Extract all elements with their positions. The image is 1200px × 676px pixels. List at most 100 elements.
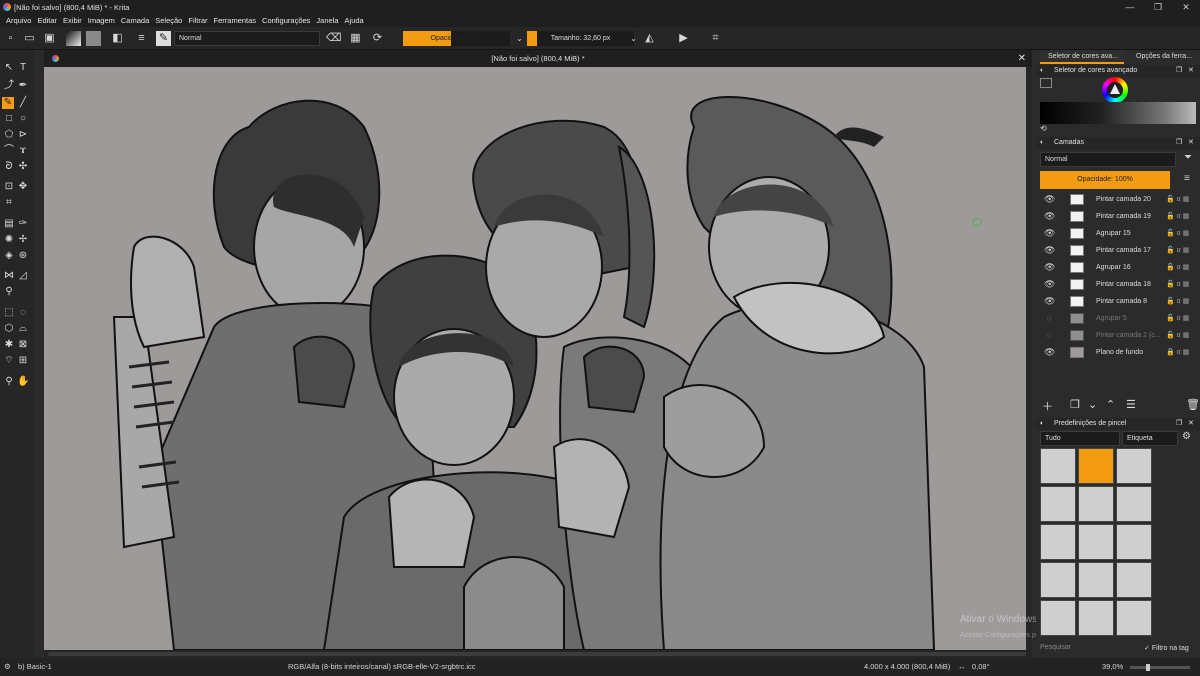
layer-lock-icon[interactable]: 🔒 α ▦ <box>1166 344 1189 361</box>
brush-preset-tile[interactable] <box>1040 524 1076 560</box>
color-wheel[interactable] <box>1102 77 1128 103</box>
brush-tag-select[interactable]: Etiqueta <box>1122 431 1178 446</box>
similar-select-icon[interactable]: ⊠ <box>17 339 29 351</box>
layer-props-icon[interactable]: 🔓 α ▦ <box>1166 259 1189 276</box>
opacity-slider[interactable]: Opacidade: 45% <box>403 31 510 46</box>
color-history-icon[interactable] <box>1040 78 1052 88</box>
horizontal-scrollbar[interactable] <box>44 650 1032 658</box>
layer-row[interactable]: 👁 Pintar camada 17 🔓 α ▦ <box>1040 242 1200 259</box>
polygon-tool-icon[interactable]: ⬠ <box>3 129 15 141</box>
crop-tool-icon[interactable]: ⌗ <box>3 197 15 209</box>
brush-preset-tile[interactable] <box>1078 600 1114 636</box>
layer-row[interactable]: 👁 Plano de fundo 🔒 α ▦ <box>1040 344 1200 361</box>
brush-preset-tile[interactable] <box>1116 486 1152 522</box>
layer-row[interactable]: ○ Pintar camada 2 (c... 🔓 α ▦ <box>1040 327 1200 344</box>
brush-preset-tile[interactable] <box>1040 486 1076 522</box>
presets-lock-icon[interactable]: ◐ <box>1040 418 1044 430</box>
brush-preset-tile[interactable] <box>1040 562 1076 598</box>
layer-props-icon[interactable]: 🔓 α ▦ <box>1166 191 1189 208</box>
open-folder-icon[interactable]: ▭ <box>22 31 37 46</box>
zoom-slider-handle[interactable] <box>1146 664 1150 671</box>
menu-configuracoes[interactable]: Configurações <box>262 16 310 25</box>
filter-by-tag-checkbox[interactable]: ✓ Filtro na tag <box>1144 644 1200 656</box>
line-tool-icon[interactable]: ╱ <box>17 97 29 109</box>
close-window-button[interactable]: ✕ <box>1172 0 1200 14</box>
polyline-tool-icon[interactable]: ⊳ <box>17 129 29 141</box>
presets-close-icon[interactable]: ✕ <box>1188 418 1194 430</box>
menu-janela[interactable]: Janela <box>316 16 338 25</box>
menu-camada[interactable]: Camada <box>121 16 149 25</box>
edit-shapes-icon[interactable]: ⤴ <box>3 80 15 92</box>
menu-exibir[interactable]: Exibir <box>63 16 82 25</box>
save-icon[interactable]: ▣ <box>42 31 57 46</box>
preserve-alpha-icon[interactable]: ▦ <box>348 31 363 46</box>
vertical-scrollbar[interactable] <box>1026 67 1032 650</box>
opacity-dropdown-icon[interactable]: ⌄ <box>512 31 527 46</box>
layer-props-icon[interactable]: 🔓 α ▦ <box>1166 327 1189 344</box>
layer-props-icon[interactable]: 🔓 α ▦ <box>1166 242 1189 259</box>
enclose-fill-icon[interactable]: ⊛ <box>17 250 29 262</box>
visibility-eye-icon[interactable]: 👁 <box>1044 242 1055 259</box>
measure-tool-icon[interactable]: ◿ <box>17 270 29 282</box>
brush-preset-tile[interactable] <box>1078 562 1114 598</box>
zoom-slider[interactable] <box>1130 666 1190 669</box>
visibility-eye-icon[interactable]: 👁 <box>1044 276 1055 293</box>
new-document-icon[interactable]: ▫ <box>3 31 18 46</box>
visibility-eye-icon[interactable]: 👁 <box>1044 208 1055 225</box>
dock-lock-icon[interactable]: ◐ <box>1040 65 1044 77</box>
hidden-eye-icon[interactable]: ○ <box>1044 327 1054 344</box>
brush-preset-tile-selected[interactable] <box>1078 448 1114 484</box>
layer-row[interactable]: 👁 Pintar camada 8 🔓 α ▦ <box>1040 293 1200 310</box>
size-dropdown-icon[interactable]: ⌄ <box>626 31 641 46</box>
tab-tool-options[interactable]: Opções da ferra... <box>1128 50 1200 64</box>
polygon-select-icon[interactable]: ⬡ <box>3 323 15 335</box>
visibility-eye-icon[interactable]: 👁 <box>1044 225 1055 242</box>
duplicate-layer-icon[interactable]: ❐ <box>1070 398 1080 411</box>
bezier-tool-icon[interactable]: ⌒ <box>3 145 15 157</box>
ellipse-tool-icon[interactable]: ○ <box>17 113 29 125</box>
tab-advanced-color-selector[interactable]: Seletor de cores ava... <box>1040 50 1124 64</box>
freehand-brush-icon[interactable]: ✎ <box>2 97 14 109</box>
blend-mode-select[interactable]: Normal <box>174 31 320 46</box>
brush-preset-tile[interactable] <box>1078 524 1114 560</box>
brush-filter-select[interactable]: Tudo <box>1040 431 1120 446</box>
layer-menu-icon[interactable]: ≡ <box>1184 173 1190 184</box>
rectangle-tool-icon[interactable]: □ <box>3 113 15 125</box>
eraser-mode-icon[interactable]: ⌫ <box>326 31 342 46</box>
layer-props-icon[interactable]: 🔓 α ▦ <box>1166 310 1189 327</box>
smart-patch-icon[interactable]: ✺ <box>3 234 15 246</box>
assistant-tool-icon[interactable]: ⋈ <box>3 270 15 282</box>
magnetic-select-icon[interactable]: ⊞ <box>17 355 29 367</box>
dock-float-icon[interactable]: ❐ <box>1176 65 1182 77</box>
layer-row[interactable]: 👁 Pintar camada 19 🔓 α ▦ <box>1040 208 1200 225</box>
pan-tool-icon[interactable]: ✋ <box>17 376 29 388</box>
fill-tool-icon[interactable]: ◈ <box>3 250 15 262</box>
color-picker-icon[interactable]: ✑ <box>17 218 29 230</box>
presets-float-icon[interactable]: ❐ <box>1176 418 1182 430</box>
layer-props-icon[interactable]: 🔓 α ▦ <box>1166 225 1189 242</box>
layer-blend-select[interactable]: Normal <box>1040 152 1176 167</box>
freehand-select-icon[interactable]: ⌓ <box>17 323 29 335</box>
transform-tool-icon[interactable]: ⊡ <box>3 181 15 193</box>
brush-search-input[interactable]: Pesquisar <box>1040 644 1140 656</box>
minimize-button[interactable]: — <box>1116 0 1144 14</box>
move-layer-up-icon[interactable]: ⌃ <box>1106 398 1115 411</box>
delete-layer-icon[interactable]: 🗑 <box>1186 398 1200 411</box>
calligraphy-icon[interactable]: ✒ <box>17 80 29 92</box>
layer-filter-icon[interactable]: ⏷ <box>1184 152 1192 163</box>
maximize-button[interactable]: ❐ <box>1144 0 1172 14</box>
assistant-icon[interactable]: ✢ <box>17 234 29 246</box>
menu-ajuda[interactable]: Ajuda <box>345 16 364 25</box>
contiguous-select-icon[interactable]: ✱ <box>3 339 15 351</box>
hidden-eye-icon[interactable]: ○ <box>1044 310 1054 327</box>
drawing-canvas[interactable] <box>44 67 1026 650</box>
freehand-path-icon[interactable]: ɤ <box>17 145 29 157</box>
color-value-strip[interactable] <box>1040 102 1196 124</box>
gradient-swatch-icon[interactable] <box>66 31 81 46</box>
bezier-select-icon[interactable]: ⌔ <box>3 355 15 367</box>
visibility-eye-icon[interactable]: 👁 <box>1044 344 1055 361</box>
layers-close-icon[interactable]: ✕ <box>1188 137 1194 149</box>
horizontal-scroll-thumb[interactable] <box>48 652 1026 656</box>
brush-preset-tile[interactable] <box>1116 524 1152 560</box>
brush-preset-tile[interactable] <box>1040 448 1076 484</box>
